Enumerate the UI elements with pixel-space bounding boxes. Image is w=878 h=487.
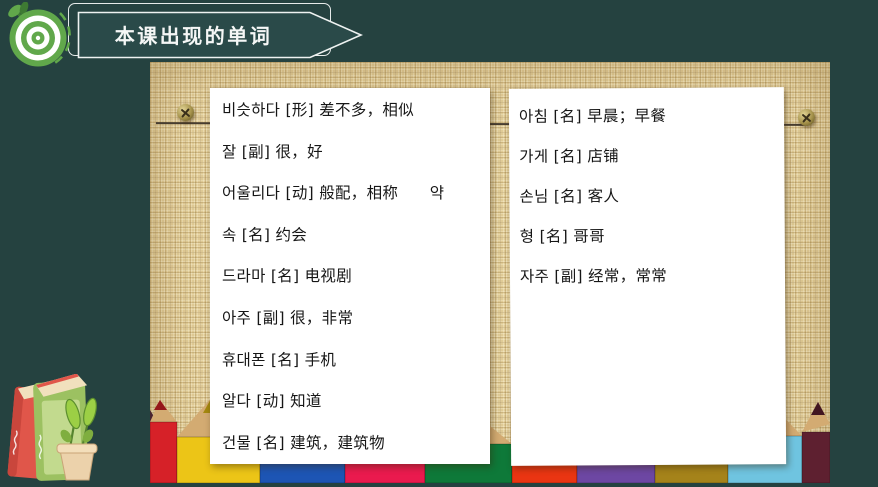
vocab-card-right: 아침 [名] 早晨；早餐 가게 [名] 店铺 손님 [名] 客人 형 [名] 哥… [508, 87, 787, 466]
vocab-line: 알다 [动] 知道 [222, 392, 322, 411]
target-rings [9, 9, 67, 67]
vocab-line: 비슷하다 [形] 差不多，相似 [222, 101, 414, 119]
vocab-line: 휴대폰 [名] 手机 [222, 350, 337, 369]
vocab-line: 드라마 [名] 电视剧 [222, 267, 353, 286]
pencil [150, 400, 178, 483]
vocab-line: 형 [名] 哥哥 [519, 227, 605, 246]
vocab-line: 아주 [副] 很，非常 [222, 308, 354, 327]
vocab-line: 어울리다 [动] 般配，相称 약 [222, 184, 445, 203]
vocab-line: 자주 [副] 经常，常常 [519, 266, 668, 286]
vocab-line: 잘 [副] 很，好 [222, 142, 323, 161]
page-title: 本课出现的单词 [114, 24, 273, 48]
vocab-line: 손님 [名] 客人 [519, 187, 620, 206]
books-illustration [7, 374, 98, 481]
screw-icon [177, 104, 194, 121]
vocab-line: 건물 [名] 建筑，建筑物 [222, 433, 385, 452]
pencil [801, 402, 830, 483]
burlap-photo-panel: 비슷하다 [形] 差不多，相似 잘 [副] 很，好 어울리다 [动] 般配，相称… [150, 62, 830, 483]
slide: 本课出现的单词 비슷하다 [形] 差不多，相似 잘 [副] 很，好 어울리다 [… [0, 0, 878, 487]
vocab-line: 아침 [名] 早晨；早餐 [518, 106, 667, 126]
vocab-card-left: 비슷하다 [形] 差不多，相似 잘 [副] 很，好 어울리다 [动] 般配，相称… [210, 88, 490, 464]
target-logo-icon [8, 2, 71, 67]
vocab-line: 가게 [名] 店铺 [519, 147, 619, 166]
screw-icon [798, 109, 815, 126]
vocab-line: 속 [名] 约会 [222, 225, 308, 244]
